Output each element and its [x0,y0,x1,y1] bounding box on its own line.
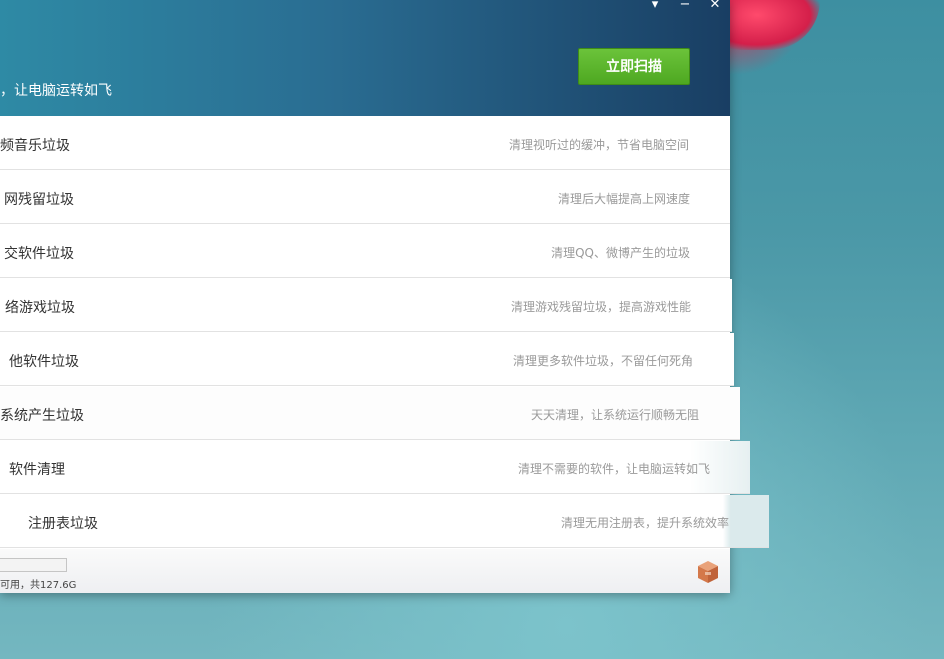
close-icon[interactable]: ✕ [704,0,726,14]
package-box-icon[interactable] [695,558,721,584]
scan-now-button[interactable]: 立即扫描 [578,48,690,85]
list-item-system-junk[interactable]: 系统产生垃圾 天天清理，让系统运行顺畅无阻 [0,387,740,440]
list-item-video-music[interactable]: 频音乐垃圾 清理视听过的缓冲，节省电脑空间 [0,117,730,170]
disk-space-text: 可用，共127.6G [0,580,77,591]
desktop-wallpaper-accent [730,0,820,50]
item-name: 软件清理 [9,462,65,478]
item-name: 频音乐垃圾 [0,138,70,154]
item-name: 网残留垃圾 [4,192,74,208]
item-name: 注册表垃圾 [28,516,98,532]
list-item-registry-junk[interactable]: 注册表垃圾 清理无用注册表，提升系统效率 [0,495,769,548]
disk-usage-bar [0,558,67,572]
header-subtitle: ，让电脑运转如飞 [0,83,112,99]
item-name: 络游戏垃圾 [5,300,75,316]
item-description: 天天清理，让系统运行顺畅无阻 [530,408,699,422]
item-description: 清理无用注册表，提升系统效率 [560,516,729,530]
item-name: 交软件垃圾 [4,246,74,262]
list-item-other-software[interactable]: 他软件垃圾 清理更多软件垃圾，不留任何死角 [0,333,734,386]
window-footer: 可用，共127.6G [0,549,730,593]
item-description: 清理视听过的缓冲，节省电脑空间 [508,138,689,152]
item-description: 清理不需要的软件，让电脑运转如飞 [517,462,710,476]
list-item-software-cleanup[interactable]: 软件清理 清理不需要的软件，让电脑运转如飞 [0,441,750,494]
item-description: 清理更多软件垃圾，不留任何死角 [512,354,693,368]
menu-dropdown-icon[interactable]: ▾ [644,0,666,14]
item-description: 清理后大幅提高上网速度 [557,192,690,206]
item-description: 清理QQ、微博产生的垃圾 [551,246,690,260]
window-header: ▾ − ✕ ，让电脑运转如飞 立即扫描 [0,0,730,116]
list-item-social-software[interactable]: 交软件垃圾 清理QQ、微博产生的垃圾 [0,225,730,278]
item-name: 他软件垃圾 [9,354,79,370]
item-name: 系统产生垃圾 [0,408,84,424]
item-description: 清理游戏残留垃圾，提高游戏性能 [510,300,691,314]
cleanup-window: ▾ − ✕ ，让电脑运转如飞 立即扫描 频音乐垃圾 清理视听过的缓冲，节省电脑空… [0,0,769,593]
minimize-icon[interactable]: − [674,0,696,14]
list-item-web-residue[interactable]: 网残留垃圾 清理后大幅提高上网速度 [0,171,730,224]
list-item-online-games[interactable]: 络游戏垃圾 清理游戏残留垃圾，提高游戏性能 [0,279,732,332]
